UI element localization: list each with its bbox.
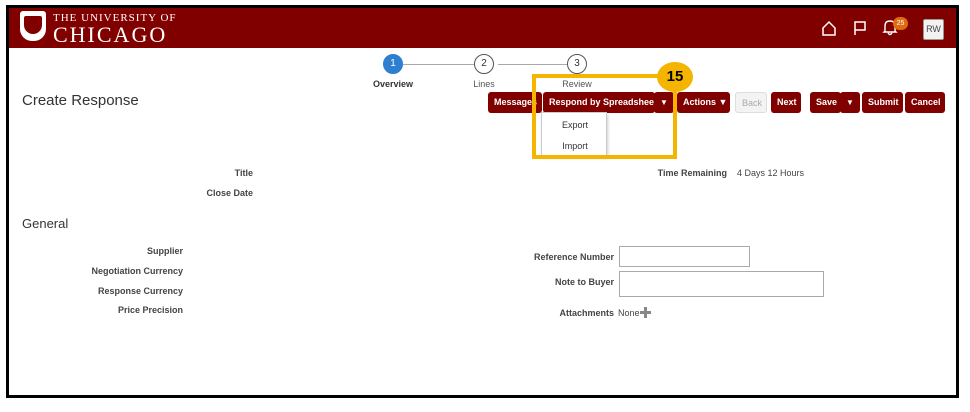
user-avatar[interactable]: RW [923, 19, 944, 40]
train-connector [498, 64, 568, 65]
cancel-button[interactable]: Cancel [905, 92, 945, 113]
note-to-buyer-textarea[interactable] [619, 271, 824, 297]
train-step-lines[interactable]: 2 [474, 54, 494, 74]
reference-number-input[interactable] [619, 246, 750, 267]
flag-icon[interactable] [852, 20, 868, 41]
general-section-heading: General [22, 216, 69, 231]
train-step-overview-label[interactable]: Overview [363, 79, 423, 89]
chevron-down-icon: ▼ [718, 97, 728, 107]
back-button[interactable]: Back [735, 92, 767, 113]
time-remaining-value: 4 Days 12 Hours [737, 168, 805, 178]
response-currency-label: Response Currency [97, 286, 183, 296]
close-date-label: Close Date [206, 188, 253, 198]
train-step-lines-label[interactable]: Lines [454, 79, 514, 89]
train-connector [402, 64, 479, 65]
tutorial-highlight-box [532, 74, 677, 159]
app-window: THE UNIVERSITY OF CHICAGO 25 RW 1 2 3 Ov… [6, 5, 959, 398]
attachments-value: None [618, 308, 640, 318]
train-step-overview[interactable]: 1 [383, 54, 403, 74]
note-to-buyer-label: Note to Buyer [554, 277, 614, 287]
supplier-label: Supplier [146, 246, 183, 256]
time-remaining-label: Time Remaining [657, 168, 727, 178]
reference-number-label: Reference Number [533, 252, 614, 262]
save-dropdown-arrow[interactable]: ▼ [840, 92, 860, 113]
page-title: Create Response [22, 92, 139, 109]
notification-badge[interactable]: 25 [893, 17, 908, 30]
home-icon[interactable] [821, 20, 837, 41]
attachments-label: Attachments [559, 308, 614, 318]
title-label: Title [234, 168, 253, 178]
actions-button[interactable]: Actions ▼ [677, 92, 730, 113]
submit-button[interactable]: Submit [862, 92, 903, 113]
actions-label: Actions [683, 97, 717, 107]
negotiation-currency-label: Negotiation Currency [91, 266, 183, 276]
save-button[interactable]: Save [810, 92, 841, 113]
logo-line2: CHICAGO [53, 22, 168, 47]
next-button[interactable]: Next [771, 92, 801, 113]
train-step-review[interactable]: 3 [567, 54, 587, 74]
step-callout-badge: 15 [657, 62, 693, 92]
university-crest-icon [20, 11, 46, 41]
add-attachment-plus-icon[interactable] [640, 305, 651, 323]
header-bar: THE UNIVERSITY OF CHICAGO 25 RW [9, 8, 956, 48]
price-precision-label: Price Precision [117, 305, 183, 315]
